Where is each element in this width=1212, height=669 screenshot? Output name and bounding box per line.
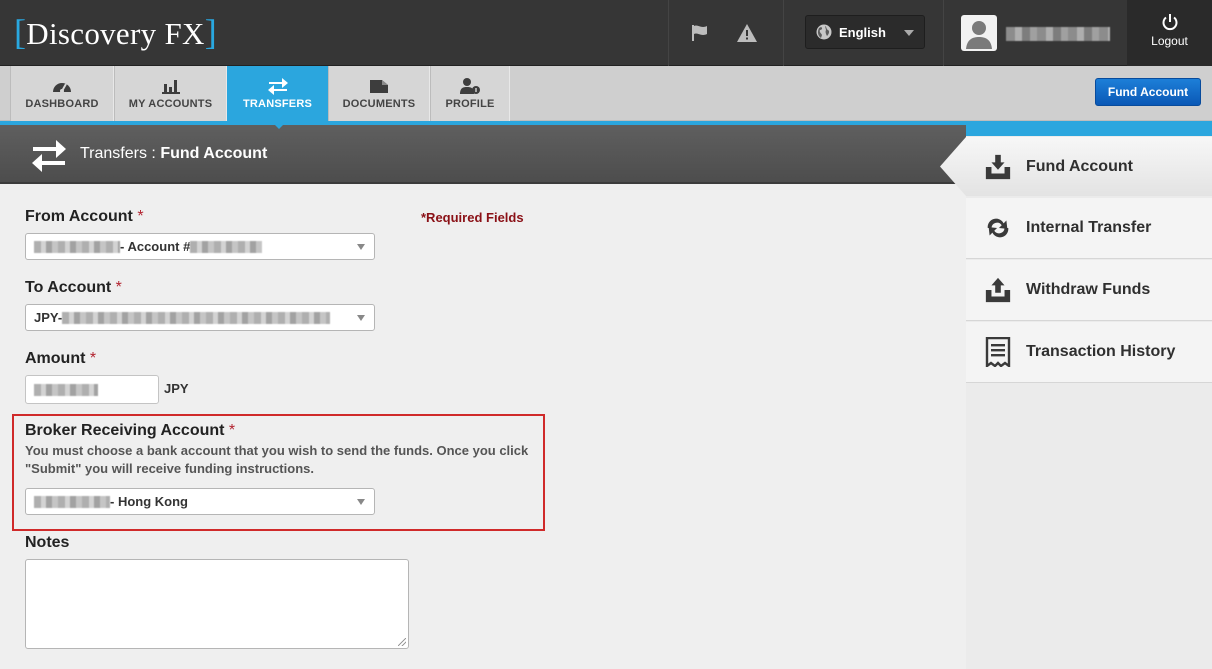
breadcrumb: Transfers : Fund Account: [80, 145, 267, 163]
required-fields-note: *Required Fields: [421, 210, 524, 225]
flag-icon[interactable]: [688, 21, 712, 45]
sidebar-item-label: Fund Account: [1026, 157, 1133, 175]
logout-button[interactable]: Logout: [1127, 0, 1212, 66]
sidebar-item-label: Withdraw Funds: [1026, 281, 1151, 298]
from-account-label: From Account *: [25, 208, 144, 225]
sidebar-item-transaction-history[interactable]: Transaction History: [966, 322, 1212, 383]
sidebar-item-internal-transfer[interactable]: Internal Transfer: [966, 198, 1212, 259]
chevron-down-icon: [904, 30, 914, 36]
fund-account-form: From Account * *Required Fields - Accoun…: [0, 186, 966, 669]
user-profile-icon: [459, 77, 481, 95]
transfer-sidebar: Fund Account Internal Transfer Withdraw …: [940, 125, 1212, 669]
redacted-text: [34, 383, 98, 396]
sidebar-item-withdraw-funds[interactable]: Withdraw Funds: [966, 260, 1212, 321]
to-account-label: To Account *: [25, 279, 122, 296]
resize-grip-icon[interactable]: [398, 638, 406, 646]
tab-profile[interactable]: PROFILE: [430, 66, 510, 121]
transfer-arrows-icon: [30, 137, 68, 178]
tab-documents[interactable]: DOCUMENTS: [328, 66, 430, 121]
main-nav: DASHBOARD MY ACCOUNTS TRANSFERS DOCUMENT…: [0, 66, 1212, 129]
receipt-icon: [984, 337, 1012, 367]
amount-input[interactable]: [25, 375, 159, 404]
notes-textarea[interactable]: [25, 559, 409, 649]
broker-account-value: - Hong Kong: [110, 494, 188, 509]
tab-label: MY ACCOUNTS: [128, 98, 213, 110]
tab-label: TRANSFERS: [242, 98, 313, 110]
top-header: [Discovery FX] English Logout: [0, 0, 1212, 66]
tab-label: PROFILE: [445, 98, 495, 110]
withdraw-upload-icon: [984, 276, 1012, 304]
broker-account-select[interactable]: - Hong Kong: [25, 488, 375, 515]
amount-label: Amount *: [25, 350, 97, 367]
tab-label: DASHBOARD: [25, 98, 99, 110]
chevron-down-icon: [357, 499, 365, 505]
broker-account-label: Broker Receiving Account *: [25, 422, 236, 439]
transfer-arrows-icon: [267, 77, 289, 95]
sidebar-item-label: Transaction History: [1026, 343, 1176, 360]
language-label: English: [839, 24, 886, 40]
header-divider: [783, 0, 784, 66]
header-divider: [943, 0, 944, 66]
to-account-value: JPY-: [34, 310, 63, 325]
logout-label: Logout: [1151, 34, 1188, 48]
globe-icon: [816, 24, 832, 40]
tab-transfers[interactable]: TRANSFERS: [227, 66, 328, 129]
dashboard-gauge-icon: [52, 77, 72, 95]
page-title-bar: Transfers : Fund Account: [0, 125, 966, 184]
redacted-text: [62, 311, 331, 324]
warning-icon[interactable]: [735, 21, 759, 45]
fund-download-icon: [984, 153, 1012, 181]
chevron-down-icon: [357, 244, 365, 250]
from-account-select[interactable]: - Account #: [25, 233, 375, 260]
fund-account-button[interactable]: Fund Account: [1095, 78, 1201, 106]
notes-label: Notes: [25, 534, 70, 551]
username-redacted: [1006, 27, 1110, 41]
breadcrumb-section[interactable]: Transfers: [80, 145, 147, 162]
sidebar-item-label: Internal Transfer: [1026, 219, 1152, 236]
page-title: Fund Account: [160, 145, 268, 162]
redacted-text: [34, 495, 110, 508]
chevron-down-icon: [357, 315, 365, 321]
avatar[interactable]: [961, 15, 997, 51]
tab-my-accounts[interactable]: MY ACCOUNTS: [114, 66, 227, 121]
exchange-arrows-icon: [984, 214, 1012, 242]
from-account-value: - Account #: [120, 239, 191, 254]
bar-chart-icon: [161, 77, 181, 95]
amount-currency: JPY: [164, 381, 189, 396]
tab-dashboard[interactable]: DASHBOARD: [10, 66, 114, 121]
redacted-text: [190, 240, 263, 253]
breadcrumb-separator: :: [146, 145, 161, 162]
sidebar-item-fund-account[interactable]: Fund Account: [940, 137, 1212, 196]
header-divider: [668, 0, 669, 66]
redacted-text: [34, 240, 120, 253]
to-account-select[interactable]: JPY-: [25, 304, 375, 331]
tab-label: DOCUMENTS: [342, 98, 416, 110]
broker-account-hint: You must choose a bank account that you …: [25, 443, 529, 476]
folder-icon: [369, 77, 389, 95]
power-icon: [1162, 14, 1177, 31]
sidebar-accent: [966, 125, 1212, 136]
language-select[interactable]: English: [805, 15, 925, 49]
logo[interactable]: [Discovery FX]: [14, 12, 217, 52]
